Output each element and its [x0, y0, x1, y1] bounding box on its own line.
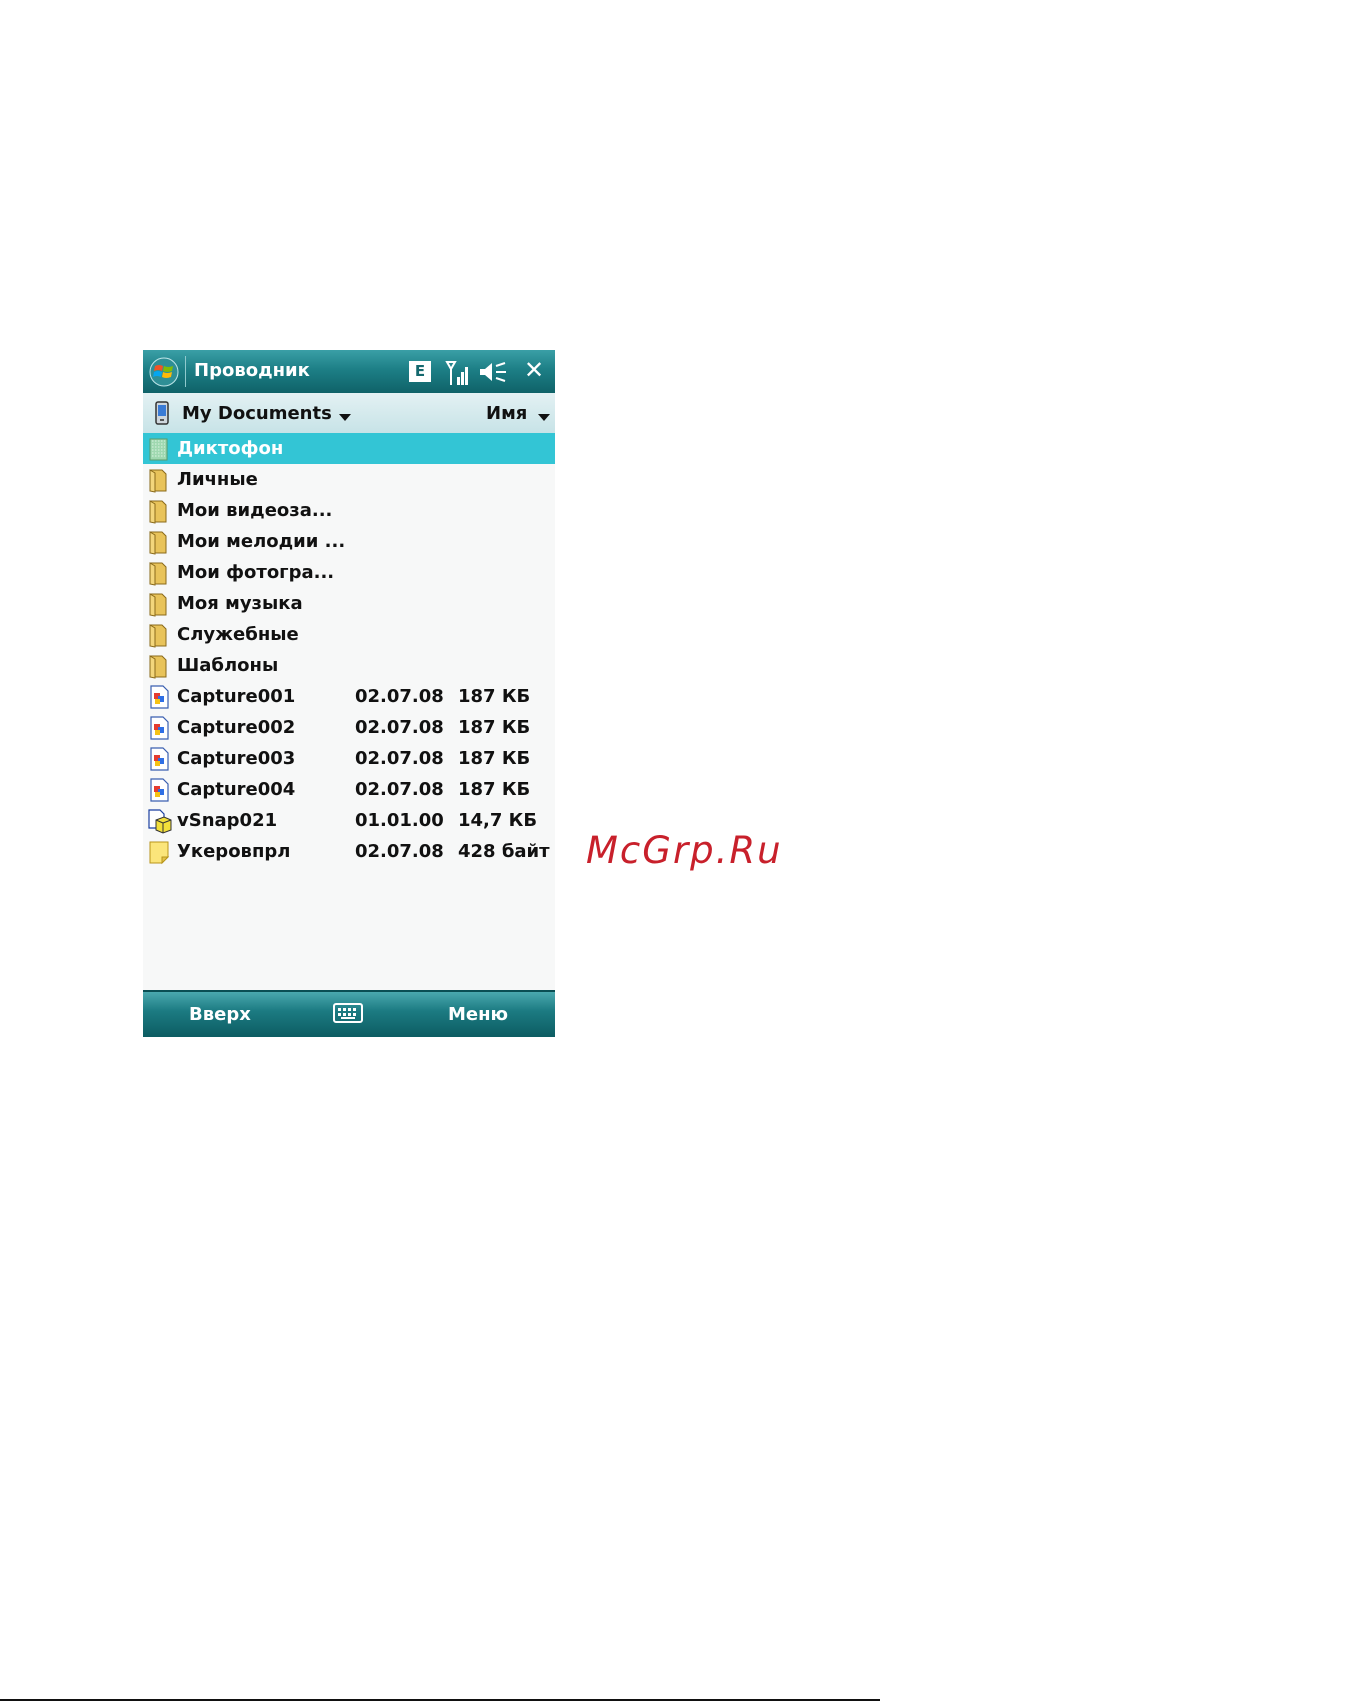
- file-row[interactable]: Мои фотогра...: [143, 557, 555, 588]
- keyboard-icon[interactable]: [333, 1002, 363, 1024]
- file-name: Capture002: [177, 717, 296, 738]
- folder-icon: [149, 531, 167, 555]
- folder-icon: [149, 624, 167, 648]
- network-edge-icon[interactable]: E: [409, 361, 431, 382]
- file-row[interactable]: Capture002 02.07.08 187 КБ: [143, 712, 555, 743]
- file-row[interactable]: Диктофон: [143, 433, 555, 464]
- file-name: Мои мелодии ...: [177, 531, 346, 552]
- file-row[interactable]: Capture004 02.07.08 187 КБ: [143, 774, 555, 805]
- file-size: 187 КБ: [458, 748, 531, 769]
- file-name: Capture001: [177, 686, 296, 707]
- softkey-bar: Вверх Меню: [143, 990, 555, 1037]
- file-name: Шаблоны: [177, 655, 279, 676]
- file-date: 02.07.08: [355, 717, 444, 738]
- speaker-muted-icon[interactable]: [478, 360, 508, 384]
- file-row[interactable]: Личные: [143, 464, 555, 495]
- folder-icon: [149, 593, 167, 617]
- file-date: 01.01.00: [355, 810, 444, 831]
- location-bar: My Documents Имя: [143, 393, 555, 433]
- file-date: 02.07.08: [355, 841, 444, 862]
- file-name: Служебные: [177, 624, 299, 645]
- chevron-down-icon[interactable]: [538, 414, 550, 421]
- page: Проводник E ✕ My Documents Имя Диктофон …: [0, 0, 1361, 1702]
- image-file-icon: [150, 747, 169, 771]
- sort-dropdown[interactable]: Имя: [486, 403, 527, 424]
- up-softkey[interactable]: Вверх: [189, 1004, 251, 1025]
- file-name: Мои фотогра...: [177, 562, 335, 583]
- file-date: 02.07.08: [355, 779, 444, 800]
- file-row[interactable]: Шаблоны: [143, 650, 555, 681]
- signal-strength-icon[interactable]: [445, 359, 471, 387]
- image-file-icon: [150, 778, 169, 802]
- windows-start-icon[interactable]: [149, 357, 179, 387]
- folder-icon: [149, 469, 167, 493]
- file-row[interactable]: vSnap021 01.01.00 14,7 КБ: [143, 805, 555, 836]
- file-row[interactable]: Укеровпрл 02.07.08 428 байт: [143, 836, 555, 867]
- file-name: Диктофон: [177, 438, 284, 459]
- folder-dropdown[interactable]: My Documents: [182, 403, 332, 424]
- program-file-icon: [148, 809, 172, 834]
- pocket-pc-screen: Проводник E ✕ My Documents Имя Диктофон …: [143, 350, 555, 1037]
- chevron-down-icon[interactable]: [339, 414, 351, 421]
- folder-icon: [149, 562, 167, 586]
- file-size: 187 КБ: [458, 686, 531, 707]
- file-row[interactable]: Capture003 02.07.08 187 КБ: [143, 743, 555, 774]
- device-icon: [155, 401, 169, 425]
- file-size: 187 КБ: [458, 717, 531, 738]
- image-file-icon: [150, 716, 169, 740]
- file-name: Моя музыка: [177, 593, 303, 614]
- watermark: McGrp.Ru: [586, 829, 783, 872]
- app-title: Проводник: [194, 360, 310, 381]
- folder-icon: [149, 655, 167, 679]
- footer-divider: [0, 1699, 880, 1701]
- file-row[interactable]: Capture001 02.07.08 187 КБ: [143, 681, 555, 712]
- title-bar: Проводник E ✕: [143, 350, 555, 393]
- file-name: vSnap021: [177, 810, 278, 831]
- file-date: 02.07.08: [355, 748, 444, 769]
- file-size: 187 КБ: [458, 779, 531, 800]
- file-row[interactable]: Мои видеоза...: [143, 495, 555, 526]
- file-date: 02.07.08: [355, 686, 444, 707]
- file-size: 14,7 КБ: [458, 810, 538, 831]
- file-size: 428 байт: [458, 841, 550, 862]
- close-icon[interactable]: ✕: [521, 355, 547, 385]
- menu-softkey[interactable]: Меню: [448, 1004, 508, 1025]
- title-separator: [185, 356, 186, 387]
- recorder-folder-icon: [149, 438, 168, 461]
- file-row[interactable]: Служебные: [143, 619, 555, 650]
- file-row[interactable]: Моя музыка: [143, 588, 555, 619]
- file-row[interactable]: Мои мелодии ...: [143, 526, 555, 557]
- file-name: Личные: [177, 469, 258, 490]
- file-name: Мои видеоза...: [177, 500, 333, 521]
- file-name: Capture004: [177, 779, 296, 800]
- folder-icon: [149, 500, 167, 524]
- file-name: Укеровпрл: [177, 841, 291, 862]
- image-file-icon: [150, 685, 169, 709]
- file-name: Capture003: [177, 748, 296, 769]
- note-file-icon: [149, 841, 170, 865]
- file-list: Диктофон Личные Мои видеоза... Мои мелодии …: [143, 433, 555, 867]
